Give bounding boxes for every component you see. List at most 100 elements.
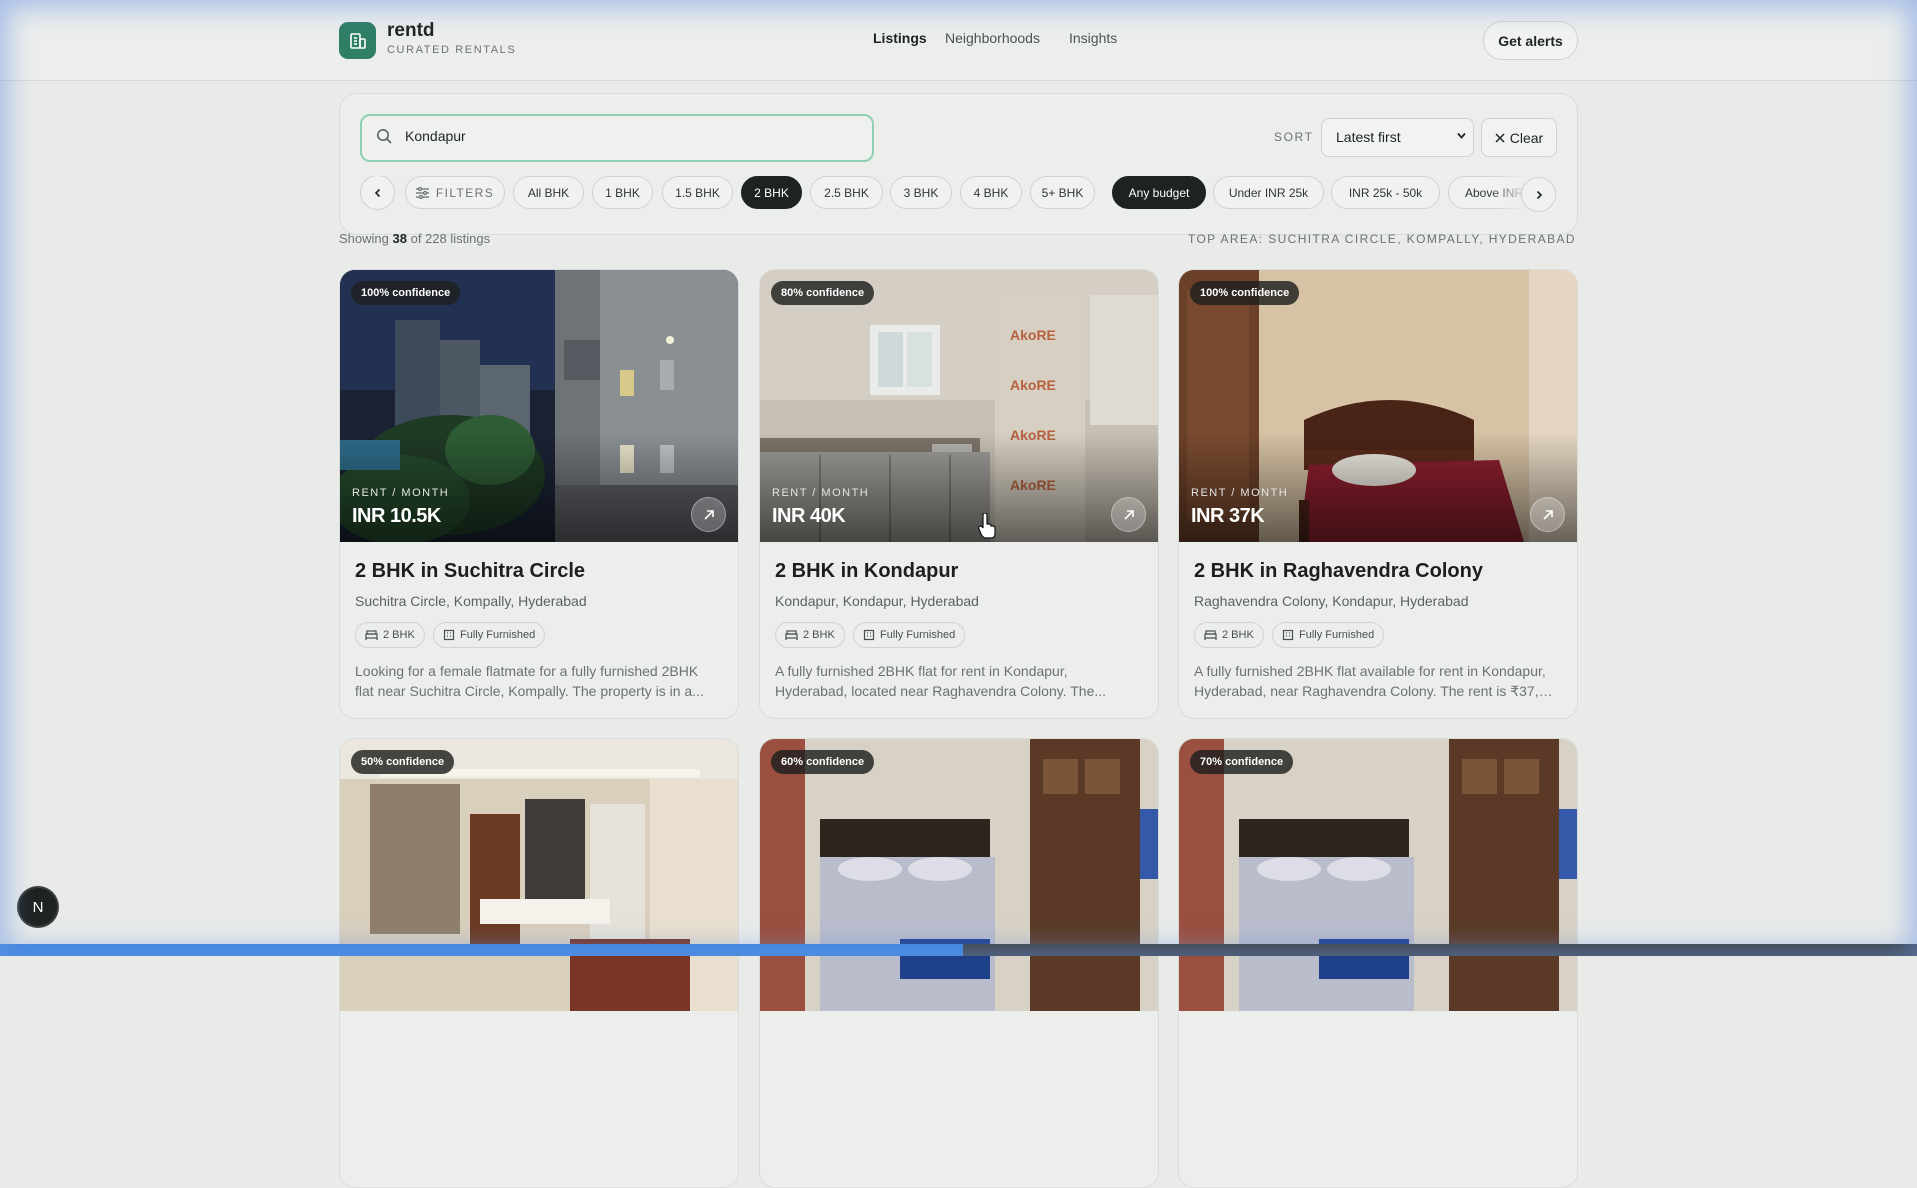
listing-photo[interactable]: 60% confidence — [760, 739, 1158, 1011]
confidence-badge: 50% confidence — [351, 750, 455, 774]
chevron-left-icon — [374, 188, 380, 197]
listing-title[interactable]: 2 BHK in Raghavendra Colony — [1194, 560, 1483, 583]
nav-neighborhoods[interactable]: Neighborhoods — [945, 30, 1040, 46]
chip-1-bhk[interactable]: 1 BHK — [592, 176, 653, 209]
rent-label: RENT / MONTH — [772, 487, 870, 499]
results-count: Showing 38 of 228 listings — [339, 231, 490, 246]
listing-description: A fully furnished 2BHK flat for rent in … — [775, 661, 1140, 701]
filter-chip-row: FILTERS All BHK 1 BHK 1.5 BHK 2 BHK 2.5 … — [360, 176, 1555, 211]
listing-title[interactable]: 2 BHK in Kondapur — [775, 560, 958, 583]
listing-card[interactable]: 70% confidence — [1178, 738, 1578, 1188]
furnishing-tag: Fully Furnished — [853, 622, 966, 648]
listing-card[interactable]: AkoREAkoREAkoREAkoRE 80% confidence RENT… — [759, 269, 1159, 719]
listing-card[interactable]: 100% confidence RENT / MONTH INR 10.5K 2… — [339, 269, 739, 719]
description-line-2: Hyderabad, located near Raghavendra Colo… — [775, 683, 1107, 699]
top-navigation-bar: rentd CURATED RENTALS Listings Neighborh… — [0, 0, 1917, 81]
chevron-down-icon — [1457, 132, 1466, 139]
confidence-badge: 100% confidence — [1190, 281, 1300, 305]
scroll-left-button[interactable] — [360, 176, 395, 210]
bhk-tag: 2 BHK — [1194, 622, 1264, 648]
filters-label: FILTERS — [435, 185, 495, 200]
bhk-tag: 2 BHK — [355, 622, 425, 648]
chip-under-25k[interactable]: Under INR 25k — [1213, 176, 1324, 209]
brand-tagline: CURATED RENTALS — [387, 44, 517, 56]
svg-text:AkoRE: AkoRE — [1010, 377, 1056, 393]
bed-icon — [1204, 629, 1217, 640]
rent-label: RENT / MONTH — [352, 487, 450, 499]
description-line-2: flat near Suchitra Circle, Kompally. The… — [355, 683, 704, 699]
arrow-up-right-icon — [1123, 509, 1134, 520]
chip-any-budget[interactable]: Any budget — [1112, 176, 1206, 209]
listing-photo[interactable]: 100% confidence RENT / MONTH INR 37K — [1179, 270, 1577, 542]
listing-description: Looking for a female flatmate for a full… — [355, 661, 720, 701]
chip-4-bhk[interactable]: 4 BHK — [960, 176, 1022, 209]
rent-value: INR 10.5K — [352, 505, 441, 527]
listing-card[interactable]: 100% confidence RENT / MONTH INR 37K 2 B… — [1178, 269, 1578, 719]
description-line-1: Looking for a female flatmate for a full… — [355, 663, 699, 679]
nav-listings[interactable]: Listings — [873, 30, 927, 46]
brand-name[interactable]: rentd — [387, 20, 435, 42]
confidence-badge: 100% confidence — [351, 281, 461, 305]
svg-text:AkoRE: AkoRE — [1010, 327, 1056, 343]
get-alerts-button[interactable]: Get alerts — [1483, 21, 1578, 60]
chip-1-5-bhk[interactable]: 1.5 BHK — [662, 176, 733, 209]
listing-card[interactable]: 60% confidence — [759, 738, 1159, 1188]
bed-icon — [785, 629, 798, 640]
listing-location: Raghavendra Colony, Kondapur, Hyderabad — [1194, 593, 1469, 609]
results-total: of 228 listings — [410, 231, 491, 246]
description-line-1: A fully furnished 2BHK flat available fo… — [1194, 663, 1546, 679]
listing-location: Suchitra Circle, Kompally, Hyderabad — [355, 593, 587, 609]
results-prefix: Showing — [339, 231, 389, 246]
chip-5plus-bhk[interactable]: 5+ BHK — [1030, 176, 1095, 209]
building-icon — [443, 629, 455, 641]
listing-photo[interactable]: 50% confidence — [340, 739, 738, 1011]
clear-label: Clear — [1509, 129, 1544, 146]
close-icon — [1495, 132, 1505, 143]
nav-insights[interactable]: Insights — [1069, 30, 1117, 46]
furnishing-tag-label: Fully Furnished — [880, 629, 956, 641]
listing-photo[interactable]: 70% confidence — [1179, 739, 1577, 1011]
chip-3-bhk[interactable]: 3 BHK — [890, 176, 952, 209]
dev-tools-badge[interactable]: N — [19, 888, 57, 926]
rent-label: RENT / MONTH — [1191, 487, 1289, 499]
open-listing-button[interactable] — [1530, 497, 1565, 532]
sliders-icon — [415, 186, 429, 199]
building-icon — [1282, 629, 1294, 641]
listing-title[interactable]: 2 BHK in Suchitra Circle — [355, 560, 585, 583]
results-shown: 38 — [392, 231, 407, 246]
bhk-tag-label: 2 BHK — [383, 629, 415, 641]
listing-card[interactable]: 50% confidence — [339, 738, 739, 1188]
listing-photo[interactable]: 100% confidence RENT / MONTH INR 10.5K — [340, 270, 738, 542]
furnishing-tag: Fully Furnished — [433, 622, 546, 648]
filters-button[interactable]: FILTERS — [405, 176, 505, 209]
chip-2-bhk[interactable]: 2 BHK — [741, 176, 802, 209]
furnishing-tag-label: Fully Furnished — [1299, 629, 1375, 641]
bhk-tag-label: 2 BHK — [1222, 629, 1254, 641]
chevron-right-icon — [1536, 190, 1542, 199]
chip-all-bhk[interactable]: All BHK — [513, 176, 584, 209]
search-value: Kondapur — [405, 128, 466, 144]
description-line-1: A fully furnished 2BHK flat for rent in … — [775, 663, 1068, 679]
bed-icon — [365, 629, 378, 640]
arrow-up-right-icon — [703, 509, 714, 520]
clear-button[interactable]: Clear — [1481, 118, 1557, 157]
listing-photo[interactable]: AkoREAkoREAkoREAkoRE 80% confidence RENT… — [760, 270, 1158, 542]
building-icon[interactable] — [339, 22, 376, 59]
chip-25k-50k[interactable]: INR 25k - 50k — [1331, 176, 1440, 209]
sort-label: SORT — [1274, 130, 1314, 144]
open-listing-button[interactable] — [1111, 497, 1146, 532]
furnishing-tag: Fully Furnished — [1272, 622, 1385, 648]
sort-value: Latest first — [1336, 129, 1401, 145]
confidence-badge: 80% confidence — [771, 281, 875, 305]
loading-progress-fill — [0, 944, 963, 956]
listing-location: Kondapur, Kondapur, Hyderabad — [775, 593, 979, 609]
furnishing-tag-label: Fully Furnished — [460, 629, 536, 641]
open-listing-button[interactable] — [691, 497, 726, 532]
chip-2-5-bhk[interactable]: 2.5 BHK — [810, 176, 883, 209]
building-icon — [863, 629, 875, 641]
bhk-tag: 2 BHK — [775, 622, 845, 648]
confidence-badge: 70% confidence — [1190, 750, 1294, 774]
top-area-label: TOP AREA: SUCHITRA CIRCLE, KOMPALLY, HYD… — [1187, 232, 1576, 246]
description-line-2: Hyderabad, near Raghavendra Colony. The … — [1194, 683, 1559, 699]
scroll-right-button[interactable] — [1521, 177, 1556, 212]
